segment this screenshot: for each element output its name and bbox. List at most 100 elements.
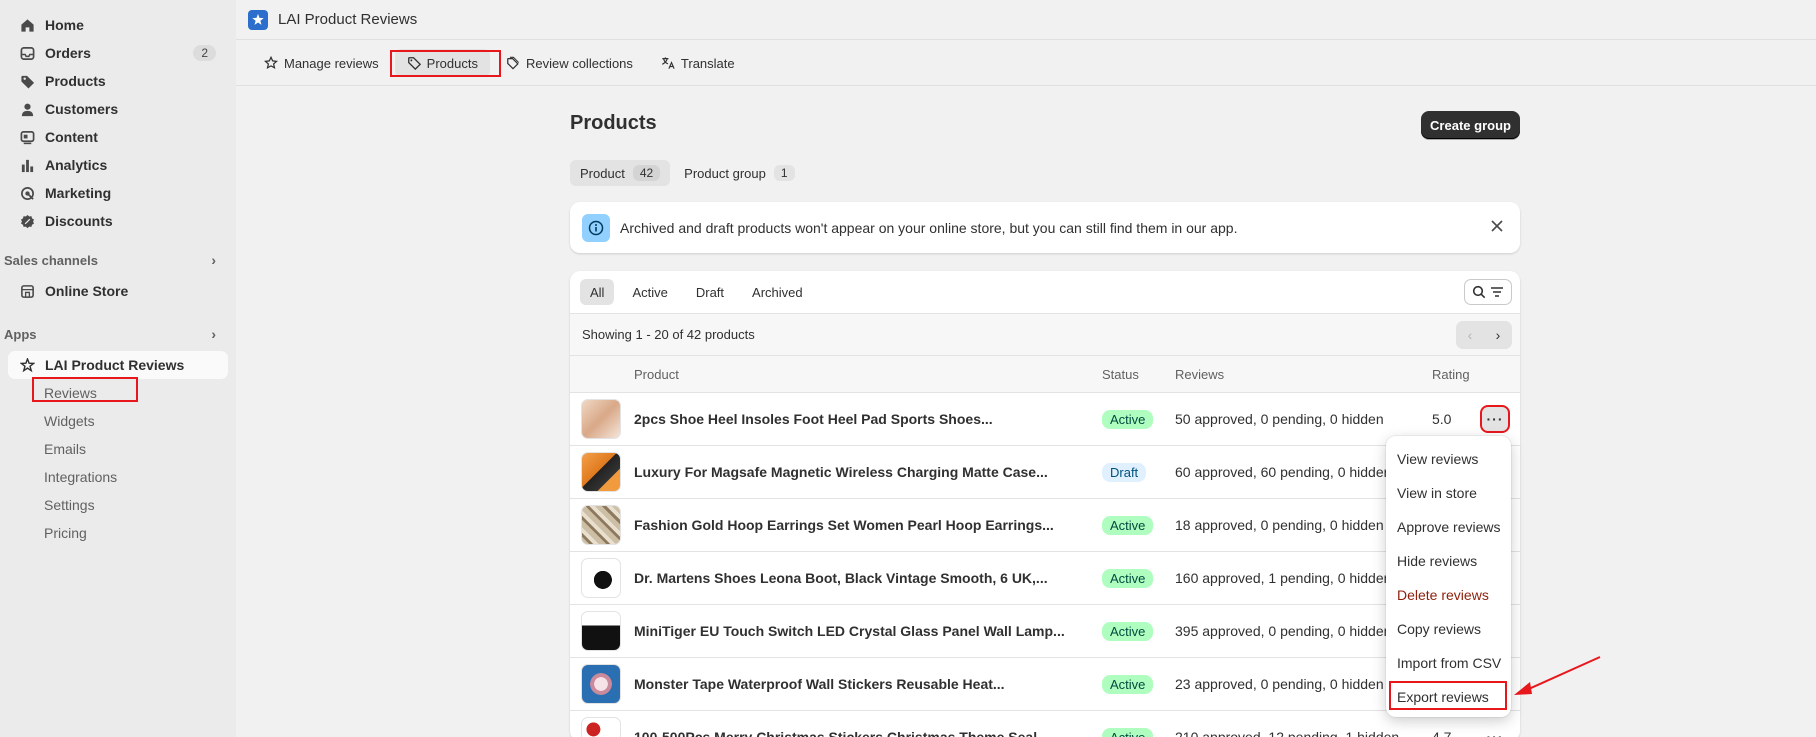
nav-discounts[interactable]: Discounts	[0, 207, 236, 235]
rating-value: 5.0	[1432, 411, 1452, 427]
review-counts: 23 approved, 0 pending, 0 hidden	[1175, 676, 1384, 692]
status-badge: Active	[1102, 515, 1154, 535]
product-name[interactable]: MiniTiger EU Touch Switch LED Crystal Gl…	[634, 623, 1065, 639]
menu-approve-reviews[interactable]: Approve reviews	[1386, 510, 1511, 544]
products-table-card: All Active Draft Archived Showing 1 - 20…	[570, 271, 1520, 737]
filter-icon	[1491, 287, 1503, 297]
table-row[interactable]: Dr. Martens Shoes Leona Boot, Black Vint…	[570, 552, 1520, 605]
sidebar-item-settings[interactable]: Settings	[0, 491, 236, 519]
tab-products-label: Products	[426, 55, 478, 71]
create-group-button[interactable]: Create group	[1421, 111, 1520, 139]
tab-product-group-label: Product group	[684, 165, 766, 181]
filter-active[interactable]: Active	[622, 279, 677, 305]
sidebar-item-emails[interactable]: Emails	[0, 435, 236, 463]
tab-review-collections-label: Review collections	[525, 55, 633, 71]
nav-products-label: Products	[45, 73, 106, 89]
menu-import-csv[interactable]: Import from CSV	[1386, 646, 1511, 680]
tab-manage-reviews[interactable]: Manage reviews	[252, 49, 391, 77]
content-icon	[19, 129, 35, 145]
product-group-count-badge: 1	[773, 165, 795, 181]
previous-page-button[interactable]: ‹	[1456, 321, 1484, 349]
menu-view-in-store[interactable]: View in store	[1386, 476, 1511, 510]
sidebar-item-pricing[interactable]: Pricing	[0, 519, 236, 547]
next-page-button[interactable]: ›	[1484, 321, 1512, 349]
apps-heading[interactable]: Apps ›	[0, 323, 236, 345]
tab-product-label: Product	[580, 165, 625, 181]
product-name[interactable]: 100-500Pcs Merry Christmas Stickers Chri…	[634, 729, 1049, 737]
nav-orders[interactable]: Orders 2	[0, 39, 236, 67]
rating-value: 4.7	[1432, 729, 1452, 737]
filter-archived[interactable]: Archived	[742, 279, 813, 305]
nav-customers[interactable]: Customers	[0, 95, 236, 123]
info-banner: Archived and draft products won't appear…	[570, 202, 1520, 253]
table-row[interactable]: Monster Tape Waterproof Wall Stickers Re…	[570, 658, 1520, 711]
column-product: Product	[634, 366, 679, 382]
app-tabs: Manage reviews Products Review collectio…	[236, 41, 1816, 86]
status-badge: Draft	[1102, 462, 1147, 482]
menu-view-reviews[interactable]: View reviews	[1386, 442, 1511, 476]
sidebar-item-reviews[interactable]: Reviews	[0, 379, 236, 407]
nav-analytics[interactable]: Analytics	[0, 151, 236, 179]
review-counts: 50 approved, 0 pending, 0 hidden	[1175, 411, 1384, 427]
review-counts: 210 approved, 12 pending, 1 hidden	[1175, 729, 1400, 737]
review-counts: 160 approved, 1 pending, 0 hidden	[1175, 570, 1392, 586]
tab-product[interactable]: Product 42	[570, 160, 671, 186]
table-header: Product Status Reviews Rating	[570, 356, 1520, 393]
more-actions-button[interactable]: ···	[1482, 725, 1508, 737]
sales-channels-heading[interactable]: Sales channels ›	[0, 249, 236, 271]
info-icon	[582, 213, 610, 242]
nav-content[interactable]: Content	[0, 123, 236, 151]
tab-review-collections[interactable]: Review collections	[494, 49, 645, 77]
tab-translate[interactable]: Translate	[649, 49, 747, 77]
tab-manage-reviews-label: Manage reviews	[284, 55, 379, 71]
more-actions-button[interactable]: ···	[1480, 405, 1510, 433]
search-icon	[1472, 285, 1486, 299]
product-name[interactable]: Fashion Gold Hoop Earrings Set Women Pea…	[634, 517, 1054, 533]
table-row[interactable]: 2pcs Shoe Heel Insoles Foot Heel Pad Spo…	[570, 393, 1520, 446]
table-row[interactable]: Fashion Gold Hoop Earrings Set Women Pea…	[570, 499, 1520, 552]
review-counts: 60 approved, 60 pending, 0 hidden	[1175, 464, 1392, 480]
menu-hide-reviews[interactable]: Hide reviews	[1386, 544, 1511, 578]
table-row[interactable]: 100-500Pcs Merry Christmas Stickers Chri…	[570, 711, 1520, 737]
filter-all[interactable]: All	[580, 279, 615, 305]
table-row[interactable]: Luxury For Magsafe Magnetic Wireless Cha…	[570, 446, 1520, 499]
product-name[interactable]: Dr. Martens Shoes Leona Boot, Black Vint…	[634, 570, 1048, 586]
sidebar-item-widgets[interactable]: Widgets	[0, 407, 236, 435]
close-icon[interactable]	[1488, 217, 1506, 235]
product-name[interactable]: Luxury For Magsafe Magnetic Wireless Cha…	[634, 464, 1048, 480]
nav-app-lai[interactable]: LAI Product Reviews	[8, 351, 228, 379]
sales-channels-label: Sales channels	[4, 252, 98, 268]
nav-marketing[interactable]: Marketing	[0, 179, 236, 207]
nav-marketing-label: Marketing	[45, 185, 112, 201]
collection-icon	[507, 56, 520, 70]
nav-analytics-label: Analytics	[45, 157, 108, 173]
product-thumbnail	[581, 664, 621, 704]
tag-icon	[407, 57, 421, 70]
info-banner-text: Archived and draft products won't appear…	[620, 219, 1238, 236]
target-icon	[19, 185, 35, 201]
product-name[interactable]: 2pcs Shoe Heel Insoles Foot Heel Pad Spo…	[634, 411, 993, 427]
store-icon	[19, 283, 35, 299]
table-row[interactable]: MiniTiger EU Touch Switch LED Crystal Gl…	[570, 605, 1520, 658]
menu-copy-reviews[interactable]: Copy reviews	[1386, 612, 1511, 646]
menu-export-reviews[interactable]: Export reviews	[1386, 680, 1511, 714]
tab-product-group[interactable]: Product group 1	[674, 160, 804, 186]
product-thumbnail	[581, 399, 621, 439]
sidebar-item-integrations[interactable]: Integrations	[0, 463, 236, 491]
discount-icon	[19, 213, 35, 229]
product-name[interactable]: Monster Tape Waterproof Wall Stickers Re…	[634, 676, 1005, 692]
nav-products[interactable]: Products	[0, 67, 236, 95]
tab-products[interactable]: Products	[394, 49, 490, 77]
review-counts: 395 approved, 0 pending, 0 hidden	[1175, 623, 1392, 639]
search-filter-button[interactable]	[1464, 279, 1512, 305]
product-thumbnail	[581, 717, 621, 737]
star-icon	[264, 56, 278, 70]
nav-home-label: Home	[45, 17, 84, 33]
menu-delete-reviews[interactable]: Delete reviews	[1386, 578, 1511, 612]
column-status: Status	[1102, 366, 1139, 382]
filter-draft[interactable]: Draft	[686, 279, 734, 305]
apps-label: Apps	[4, 326, 37, 342]
nav-home[interactable]: Home	[0, 11, 236, 39]
page-title: Products	[570, 112, 657, 134]
nav-online-store[interactable]: Online Store	[0, 277, 236, 305]
